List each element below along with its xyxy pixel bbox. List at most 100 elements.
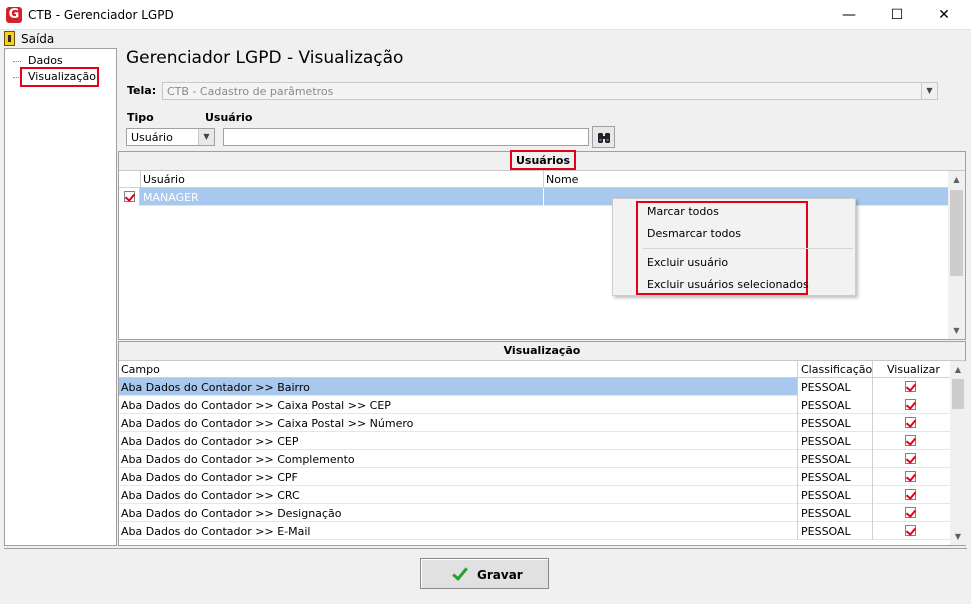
row-checkbox[interactable] bbox=[124, 191, 135, 202]
visualizar-checkbox[interactable] bbox=[905, 471, 916, 482]
menu-item-desmarcar-todos[interactable]: Desmarcar todos bbox=[647, 227, 741, 240]
campo-cell: Aba Dados do Contador >> Caixa Postal >>… bbox=[121, 399, 391, 412]
tela-label: Tela: bbox=[127, 84, 157, 97]
column-separator bbox=[797, 361, 798, 378]
column-header-usuario[interactable]: Usuário bbox=[143, 173, 185, 186]
classificacao-cell: PESSOAL bbox=[801, 381, 851, 394]
visualizar-checkbox[interactable] bbox=[905, 381, 916, 392]
table-row[interactable]: Aba Dados do Contador >> E-Mail PESSOAL bbox=[119, 522, 950, 540]
scroll-up-icon[interactable]: ▲ bbox=[948, 171, 965, 188]
binoculars-icon bbox=[598, 133, 610, 143]
table-row[interactable]: Aba Dados do Contador >> Caixa Postal >>… bbox=[119, 414, 950, 432]
maximize-button[interactable]: ☐ bbox=[874, 0, 920, 30]
campo-cell: Aba Dados do Contador >> CEP bbox=[121, 435, 299, 448]
app-logo-icon: G bbox=[6, 7, 22, 23]
column-header-visualizar[interactable]: Visualizar bbox=[887, 363, 940, 376]
classificacao-cell: PESSOAL bbox=[801, 417, 851, 430]
visualizar-checkbox[interactable] bbox=[905, 399, 916, 410]
close-button[interactable]: ✕ bbox=[921, 0, 967, 30]
campo-cell: Aba Dados do Contador >> CPF bbox=[121, 471, 298, 484]
title-bar: G CTB - Gerenciador LGPD — ☐ ✕ bbox=[0, 0, 971, 30]
table-row[interactable]: Aba Dados do Contador >> CPF PESSOAL bbox=[119, 468, 950, 486]
column-header-nome[interactable]: Nome bbox=[546, 173, 578, 186]
column-header-classificacao[interactable]: Classificação bbox=[801, 363, 872, 376]
column-separator bbox=[797, 432, 798, 450]
usuario-input[interactable] bbox=[223, 128, 589, 146]
column-separator bbox=[872, 504, 873, 522]
column-separator bbox=[797, 504, 798, 522]
visualizacao-panel: Visualização Campo Classificação Visuali… bbox=[118, 341, 966, 546]
column-separator bbox=[872, 432, 873, 450]
table-row[interactable]: Aba Dados do Contador >> Designação PESS… bbox=[119, 504, 950, 522]
menu-item-marcar-todos[interactable]: Marcar todos bbox=[647, 205, 719, 218]
column-header-campo[interactable]: Campo bbox=[121, 363, 160, 376]
scroll-down-icon[interactable]: ▼ bbox=[950, 528, 966, 545]
visualizacao-scrollbar[interactable]: ▲ ▼ bbox=[950, 361, 966, 545]
column-separator bbox=[872, 378, 873, 396]
visualizar-checkbox[interactable] bbox=[905, 489, 916, 500]
scroll-down-icon[interactable]: ▼ bbox=[948, 322, 965, 339]
column-separator bbox=[872, 450, 873, 468]
visualizacao-grid-header: Campo Classificação Visualizar bbox=[119, 361, 950, 378]
tela-value: CTB - Cadastro de parâmetros bbox=[167, 85, 334, 98]
visualizar-checkbox[interactable] bbox=[905, 507, 916, 518]
classificacao-cell: PESSOAL bbox=[801, 435, 851, 448]
campo-cell: Aba Dados do Contador >> Complemento bbox=[121, 453, 355, 466]
table-row[interactable]: Aba Dados do Contador >> Bairro PESSOAL bbox=[119, 378, 950, 396]
column-separator bbox=[140, 171, 141, 188]
menu-separator bbox=[643, 248, 853, 249]
campo-cell: Aba Dados do Contador >> E-Mail bbox=[121, 525, 311, 538]
visualizacao-rows: Aba Dados do Contador >> Bairro PESSOAL … bbox=[119, 378, 950, 543]
window-title: CTB - Gerenciador LGPD bbox=[28, 8, 174, 22]
column-separator bbox=[797, 414, 798, 432]
menu-item-excluir-usuario[interactable]: Excluir usuário bbox=[647, 256, 728, 269]
campo-cell: Aba Dados do Contador >> CRC bbox=[121, 489, 300, 502]
save-button[interactable]: Gravar bbox=[420, 558, 549, 589]
classificacao-cell: PESSOAL bbox=[801, 489, 851, 502]
tela-select: CTB - Cadastro de parâmetros ▼ bbox=[162, 82, 938, 100]
menu-bar: Saída bbox=[0, 30, 971, 48]
menu-item-exit[interactable]: Saída bbox=[21, 32, 54, 46]
menu-item-excluir-selecionados[interactable]: Excluir usuários selecionados bbox=[647, 278, 809, 291]
column-separator bbox=[543, 171, 544, 188]
scroll-up-icon[interactable]: ▲ bbox=[950, 361, 966, 378]
usuarios-scrollbar[interactable]: ▲ ▼ bbox=[948, 171, 965, 339]
classificacao-cell: PESSOAL bbox=[801, 525, 851, 538]
visualizar-checkbox[interactable] bbox=[905, 453, 916, 464]
minimize-button[interactable]: — bbox=[826, 0, 872, 30]
tree-item-visualizacao[interactable]: Visualização bbox=[28, 70, 96, 83]
tree-item-dados[interactable]: Dados bbox=[28, 54, 63, 67]
scroll-thumb[interactable] bbox=[952, 379, 964, 409]
tipo-value: Usuário bbox=[131, 131, 173, 144]
column-separator bbox=[872, 486, 873, 504]
usuarios-panel-title: Usuários bbox=[516, 154, 571, 167]
search-button[interactable] bbox=[592, 126, 615, 148]
exit-door-icon[interactable] bbox=[4, 31, 15, 46]
visualizacao-panel-title: Visualização bbox=[503, 344, 581, 357]
column-separator bbox=[872, 522, 873, 540]
column-separator bbox=[797, 396, 798, 414]
table-row[interactable]: Aba Dados do Contador >> Caixa Postal >>… bbox=[119, 396, 950, 414]
classificacao-cell: PESSOAL bbox=[801, 507, 851, 520]
tree-connector bbox=[13, 61, 21, 62]
tipo-label: Tipo bbox=[127, 111, 154, 124]
table-row[interactable]: Aba Dados do Contador >> Complemento PES… bbox=[119, 450, 950, 468]
visualizar-checkbox[interactable] bbox=[905, 435, 916, 446]
visualizar-checkbox[interactable] bbox=[905, 417, 916, 428]
visualizar-checkbox[interactable] bbox=[905, 525, 916, 536]
page-title: Gerenciador LGPD - Visualização bbox=[126, 48, 404, 68]
table-row[interactable]: Aba Dados do Contador >> CEP PESSOAL bbox=[119, 432, 950, 450]
usuario-cell: MANAGER bbox=[143, 191, 199, 204]
navigation-tree: Dados Visualização bbox=[4, 48, 117, 546]
chevron-down-icon[interactable]: ▼ bbox=[198, 129, 214, 145]
column-separator bbox=[797, 468, 798, 486]
table-row[interactable]: Aba Dados do Contador >> CRC PESSOAL bbox=[119, 486, 950, 504]
visualizacao-panel-header: Visualização bbox=[119, 342, 965, 361]
usuario-label: Usuário bbox=[205, 111, 253, 124]
campo-cell: Aba Dados do Contador >> Designação bbox=[121, 507, 342, 520]
scroll-thumb[interactable] bbox=[950, 190, 963, 276]
classificacao-cell: PESSOAL bbox=[801, 471, 851, 484]
column-separator bbox=[797, 522, 798, 540]
tipo-select[interactable]: Usuário ▼ bbox=[126, 128, 215, 146]
checkmark-icon bbox=[452, 564, 468, 581]
